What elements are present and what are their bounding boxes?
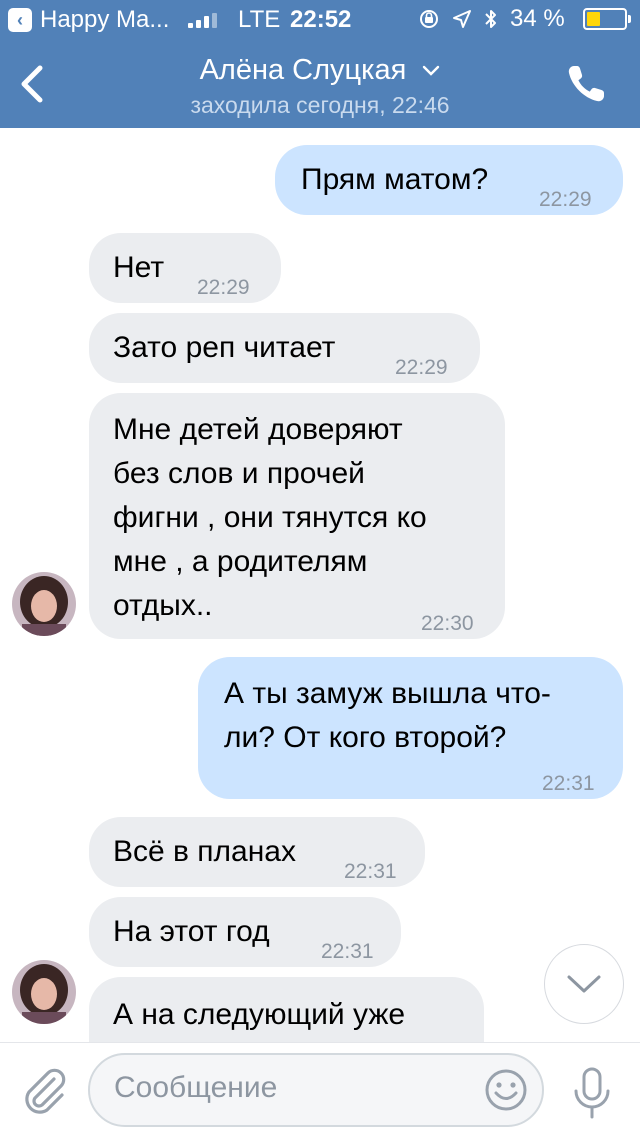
carrier-label: Happy Ma... <box>40 6 170 33</box>
avatar-photo-icon <box>12 960 76 1024</box>
chevron-down-icon <box>567 975 601 993</box>
message-time: 22:30 <box>421 612 474 635</box>
message-bubble-incoming[interactable]: Всё в планах 22:31 <box>89 817 425 887</box>
message-time: 22:29 <box>395 356 448 379</box>
avatar[interactable] <box>12 572 76 636</box>
message-time: 22:29 <box>197 276 250 299</box>
message-time: 22:31 <box>321 940 374 963</box>
message-time: 22:31 <box>344 860 397 883</box>
message-text: Прям матом? <box>301 163 489 196</box>
battery-icon <box>582 8 631 30</box>
chevron-down-icon <box>423 66 440 77</box>
message-bubble-incoming[interactable]: Нет 22:29 <box>89 233 281 303</box>
status-bar: ‹ Happy Ma... LTE 22:52 34 % <box>0 0 640 40</box>
message-input-placeholder: Сообщение <box>114 1071 278 1104</box>
message-text: Зато реп читает <box>113 331 336 364</box>
message-line: ли? От кого второй? <box>224 721 507 754</box>
top-bar: ‹ Happy Ma... LTE 22:52 34 % Алёна Слуцк… <box>0 0 640 128</box>
scroll-to-bottom-button[interactable] <box>544 944 624 1024</box>
paperclip-icon[interactable] <box>18 1065 70 1117</box>
network-type: LTE <box>238 6 281 33</box>
message-line: А ты замуж вышла что- <box>224 677 551 710</box>
status-icons: 34 % <box>418 5 631 33</box>
message-time: 22:29 <box>539 188 592 211</box>
battery-level <box>586 12 601 26</box>
message-bubble-incoming[interactable]: Мне детей доверяют без слов и прочей фиг… <box>89 393 505 639</box>
orientation-lock-icon <box>420 10 438 28</box>
phone-icon[interactable] <box>562 60 610 108</box>
message-line: фигни , они тянутся ко <box>113 501 427 534</box>
message-line: без слов и прочей <box>113 457 365 490</box>
message-text: Нет <box>113 251 165 284</box>
message-bubble-outgoing[interactable]: Прям матом? 22:29 <box>275 145 623 215</box>
avatar[interactable] <box>12 960 76 1024</box>
message-text: Всё в планах <box>113 835 296 868</box>
back-to-app[interactable]: ‹ Happy Ma... <box>8 6 169 34</box>
signal-strength-icon <box>188 10 217 28</box>
chat-title[interactable]: Алёна Слуцкая <box>0 54 640 87</box>
message-bubble-outgoing[interactable]: А ты замуж вышла что- ли? От кого второй… <box>198 657 623 799</box>
bluetooth-icon <box>485 10 496 28</box>
message-composer: Сообщение <box>0 1042 640 1137</box>
location-arrow-icon <box>453 10 471 28</box>
message-text: А на следующий уже <box>113 998 406 1031</box>
message-bubble-incoming[interactable]: На этот год 22:31 <box>89 897 401 967</box>
back-to-app-icon: ‹ <box>8 8 32 32</box>
contact-name: Алёна Слуцкая <box>199 54 407 86</box>
message-line: мне , а родителям <box>113 545 368 578</box>
status-time: 22:52 <box>290 6 352 33</box>
message-time: 22:31 <box>542 772 595 795</box>
message-line: Мне детей доверяют <box>113 413 403 446</box>
last-seen-status: заходила сегодня, 22:46 <box>190 92 450 118</box>
emoji-icon[interactable] <box>484 1068 528 1112</box>
message-input[interactable]: Сообщение <box>88 1053 544 1127</box>
message-bubble-incoming[interactable]: Зато реп читает 22:29 <box>89 313 480 383</box>
message-text: На этот год <box>113 915 270 948</box>
battery-percent: 34 % <box>510 5 565 32</box>
microphone-icon[interactable] <box>570 1065 614 1121</box>
avatar-photo-icon <box>12 572 76 636</box>
